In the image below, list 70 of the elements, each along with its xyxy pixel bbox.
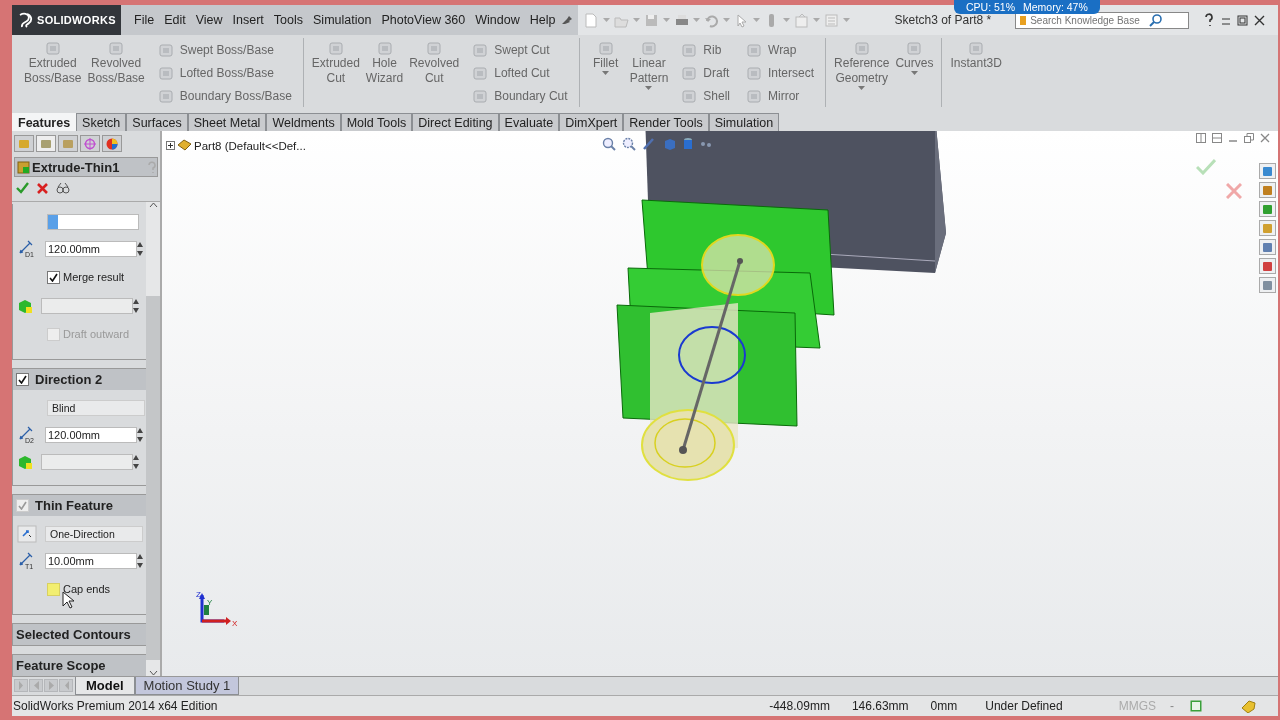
menu-item[interactable]: File [129,13,160,27]
status-text: SolidWorks Premium 2014 x64 Edition [13,699,218,713]
number-field[interactable]: 120.00mm [45,240,137,257]
ribbon-button[interactable]: Mirror [740,84,821,107]
ribbon-button[interactable]: Fillet [584,38,627,77]
bottom-tab[interactable]: Model [75,677,135,695]
command-tab[interactable]: Surfaces [126,113,188,131]
checkbox-label: Cap ends [63,583,111,595]
ribbon-button[interactable]: Boundary Boss/Base [151,84,298,107]
menu-item[interactable]: Simulation [308,13,377,27]
cpu-reading: CPU: 51% [966,1,1016,13]
ribbon-button[interactable]: Revolved Cut [406,38,463,88]
command-tab[interactable]: Weldments [266,113,341,131]
section-header[interactable]: Feature Scope [13,654,146,676]
menu-item[interactable]: Insert [227,13,269,27]
ribbon-button[interactable]: Intersect [740,61,821,84]
menu-item[interactable]: PhotoView 360 [376,13,471,27]
panel-title: Extrude-Thin1 [32,159,121,175]
coordinate-text: -448.09mm [769,699,830,713]
command-tab[interactable]: DimXpert [559,113,624,131]
status-text: Under Defined [985,699,1063,713]
command-tab[interactable]: Sheet Metal [187,113,267,131]
dropdown[interactable]: Blind [47,399,145,416]
tree-item[interactable]: Part8 (Default<<Def... [194,139,306,152]
number-field[interactable]: 10.00mm [45,552,137,569]
command-tab[interactable]: Sketch [76,113,127,131]
ribbon-button[interactable]: Lofted Cut [466,61,574,84]
coordinate-text: 0mm [930,699,958,713]
ribbon-button[interactable]: Lofted Boss/Base [151,61,298,84]
menu-item[interactable]: Help [524,13,561,27]
ribbon-button[interactable]: Draft [675,61,736,84]
command-tab[interactable]: Direct Editing [412,113,499,131]
ribbon-button[interactable]: Curves [892,38,937,77]
menu-item[interactable]: Edit [159,13,191,27]
ribbon-button[interactable]: Revolved Boss/Base [84,38,148,88]
ribbon-button[interactable]: Hole Wizard [362,38,407,88]
checkbox-label: Merge result [63,271,125,283]
menu-item[interactable]: View [190,13,228,27]
logo-text: SOLIDWORKS [37,14,116,26]
ribbon-button[interactable]: Swept Boss/Base [151,38,298,61]
command-tab[interactable]: Features [12,113,77,131]
number-field[interactable]: 120.00mm [45,426,137,443]
section-title: Direction 2 [35,372,103,387]
command-tab[interactable]: Simulation [708,113,780,131]
command-tab[interactable]: Mold Tools [340,113,413,131]
memory-reading: Memory: 47% [1023,1,1088,13]
document-title: Sketch3 of Part8 * [894,13,992,27]
ribbon-button[interactable]: Shell [675,84,736,107]
menu-item[interactable]: Tools [268,13,309,27]
ribbon-button[interactable]: Boundary Cut [466,84,574,107]
section-header[interactable]: Selected Contours [13,623,146,645]
dropdown[interactable]: One-Direction [45,525,143,542]
section-header[interactable]: Thin Feature [13,494,146,516]
triad-drawing: X Y Z [196,591,242,634]
ribbon-button[interactable]: Extruded Cut [308,38,363,88]
ribbon-button[interactable]: Extruded Boss/Base [21,38,85,88]
section-title: Thin Feature [35,498,113,513]
menu-item[interactable]: Window [470,13,525,27]
ribbon-button[interactable]: Swept Cut [466,38,574,61]
coordinate-text: 146.63mm [851,699,909,713]
ribbon-button[interactable]: Instant3D [947,38,1005,73]
ribbon-button[interactable]: Linear Pattern [626,38,672,92]
ribbon-button[interactable]: Wrap [740,38,821,61]
command-tab[interactable]: Evaluate [498,113,560,131]
checkbox-label: Draft outward [63,328,130,340]
ribbon-button[interactable]: Reference Geometry [831,38,893,92]
section-header[interactable]: Direction 2 [13,368,146,390]
bottom-tab[interactable]: Motion Study 1 [134,677,240,695]
command-tab[interactable]: Render Tools [623,113,709,131]
ribbon-button[interactable]: Rib [675,38,736,61]
